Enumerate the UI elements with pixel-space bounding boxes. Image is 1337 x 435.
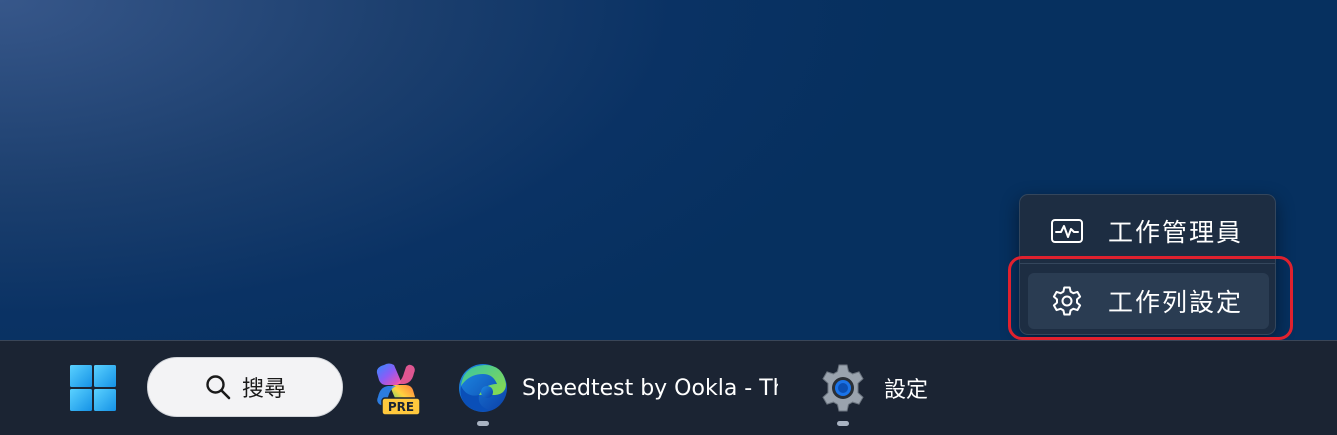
taskbar: 搜尋 PRE Speedtest by Ookla - T 設定 [0, 340, 1337, 435]
taskbar-context-menu: 工作管理員 工作列設定 [1019, 194, 1276, 335]
menu-item-task-manager[interactable]: 工作管理員 [1028, 203, 1269, 259]
taskbar-settings-button[interactable]: 設定 [812, 355, 952, 421]
search-label: 搜尋 [241, 377, 286, 402]
menu-item-label: 工作管理員 [1108, 218, 1244, 247]
edge-window-title: Speedtest by Ookla - The Global Broadban… [522, 375, 778, 401]
windows-logo-icon [70, 365, 116, 411]
settings-window-title: 設定 [884, 378, 929, 403]
copilot-badge-text: PRE [388, 400, 414, 414]
start-button[interactable] [58, 355, 128, 421]
edge-running-indicator [477, 421, 489, 426]
edge-icon [452, 357, 514, 419]
taskbar-edge-button[interactable]: Speedtest by Ookla - The Global Broadban… [452, 355, 787, 421]
settings-running-indicator [837, 421, 849, 426]
menu-item-label: 工作列設定 [1108, 288, 1244, 317]
search-icon [204, 373, 232, 401]
copilot-icon: PRE [376, 363, 421, 416]
taskbar-copilot-button[interactable]: PRE [368, 359, 424, 417]
menu-separator [1020, 263, 1275, 264]
taskbar-search-box[interactable]: 搜尋 [147, 357, 343, 417]
gear-icon [1050, 284, 1084, 318]
settings-gear-icon [812, 357, 874, 419]
task-manager-icon [1050, 214, 1084, 248]
menu-item-taskbar-settings[interactable]: 工作列設定 [1028, 273, 1269, 329]
